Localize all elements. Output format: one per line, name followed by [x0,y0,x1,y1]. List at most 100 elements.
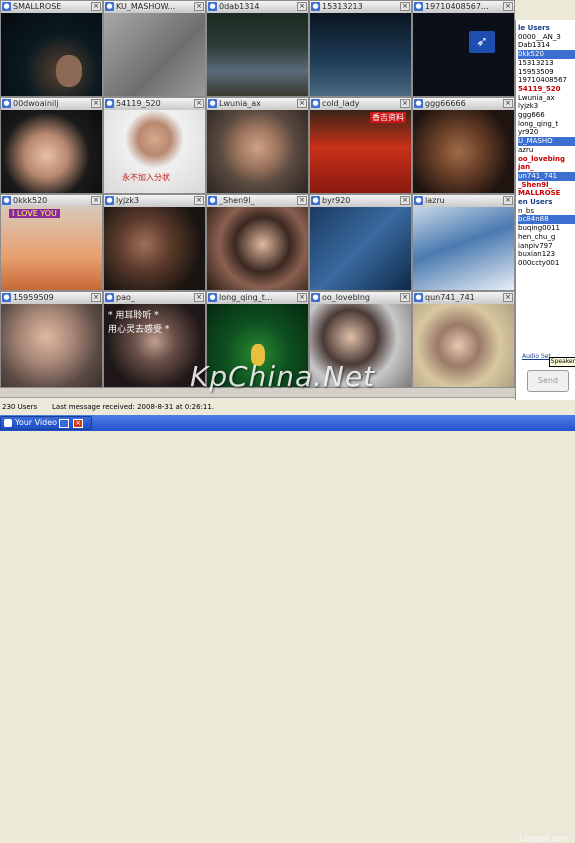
webcam-feed [1,110,102,193]
close-icon[interactable]: × [297,293,307,302]
webcam-feed: 永不加入分状 [104,110,205,193]
list-item[interactable]: ianpiv797 [518,242,575,251]
video-tile[interactable]: ● cold_lady × 香吉资料 [309,97,412,194]
close-icon[interactable]: × [297,196,307,205]
video-tile[interactable]: ● 15313213 × [309,0,412,97]
video-caption: 永不加入分状 [122,173,170,182]
list-item[interactable]: buxian123 [518,250,575,259]
camera-icon: ● [208,196,217,205]
video-tile[interactable]: ● Lwunia_ax × [206,97,309,194]
list-item[interactable]: 0kk520 [518,50,575,59]
tile-username: ggg66666 [425,99,466,108]
tile-username: Lwunia_ax [219,99,261,108]
list-item[interactable]: 15953509 [518,68,575,77]
tile-username: byr920 [322,196,351,205]
video-tile[interactable]: ● 0dab1314 × [206,0,309,97]
close-icon[interactable]: × [297,2,307,11]
close-icon[interactable]: × [400,293,410,302]
video-tile[interactable]: ● KU_MASHOW... × [103,0,206,97]
close-icon[interactable]: × [73,419,83,428]
close-icon[interactable]: × [400,99,410,108]
webcam-feed [413,207,514,290]
audio-settings-link[interactable]: Audio Set [522,353,551,360]
list-item[interactable]: yr920 [518,128,575,137]
webcam-feed [310,207,411,290]
video-tile[interactable]: ● _Shen9l_ × [206,194,309,291]
close-icon[interactable]: × [194,99,204,108]
restore-icon[interactable] [59,419,69,428]
video-tile[interactable]: ● 00dwoainilj × [0,97,103,194]
list-item[interactable]: 0000__AN_3 [518,33,575,42]
list-item[interactable]: n_bs [518,207,575,216]
close-icon[interactable]: × [194,2,204,11]
list-item[interactable]: 54119_520 [518,85,575,94]
list-item[interactable]: 19710408567 [518,76,575,85]
list-item[interactable]: 15313213 [518,59,575,68]
video-tile[interactable]: ● ggg66666 × [412,97,515,194]
list-item[interactable]: lyjzk3 [518,102,575,111]
camera-icon: ● [208,293,217,302]
close-icon[interactable]: × [91,196,101,205]
list-item[interactable]: bc84n88 [518,215,575,225]
webcam-feed [1,304,102,387]
tile-username: qun741_741 [425,293,475,302]
close-icon[interactable]: × [194,196,204,205]
camera-icon: ● [414,2,423,11]
video-tile[interactable]: ● byr920 × [309,194,412,291]
close-icon[interactable]: × [91,99,101,108]
camera-icon: ● [105,293,114,302]
video-tile[interactable]: ● lazru × [412,194,515,291]
your-video-task-button[interactable]: Your Video × [0,416,92,430]
tile-username: 15313213 [322,2,363,11]
close-icon[interactable]: × [503,2,513,11]
watermark: KpChina.Net [190,360,376,393]
video-tile[interactable]: ● SMALLROSE × [0,0,103,97]
tile-username: long_qing_t... [219,293,273,302]
video-tile[interactable]: ● lyjzk3 × [103,194,206,291]
list-item[interactable]: U_MASHO [518,137,575,146]
list-header: le Users [518,24,550,32]
webcam-feed [1,13,102,96]
video-tile[interactable]: ● 19710408567... × ➶ [412,0,515,97]
site-brand: Lunqun.com [519,834,569,843]
list-item[interactable]: 000ccty001 [518,259,575,268]
tile-username: lazru [425,196,445,205]
close-icon[interactable]: × [503,99,513,108]
camera-icon: ● [105,2,114,11]
list-item[interactable]: buqing0011 [518,224,575,233]
close-icon[interactable]: × [194,293,204,302]
camera-icon: ● [2,293,11,302]
webcam-feed: I LOVE YOU [1,207,102,290]
list-item[interactable]: ggg666 [518,111,575,120]
close-icon[interactable]: × [400,196,410,205]
list-item[interactable]: hen_chu_g [518,233,575,242]
tile-username: SMALLROSE [13,2,62,11]
list-item[interactable]: _Shen9l_ [518,181,575,190]
list-item[interactable]: azru [518,146,575,155]
video-tile[interactable]: ● 0kkk520 × I LOVE YOU [0,194,103,291]
list-item[interactable]: MALLROSE [518,189,575,198]
close-icon[interactable]: × [503,293,513,302]
close-icon[interactable]: × [91,2,101,11]
list-item[interactable]: un741_741 [518,171,575,181]
video-tile[interactable]: ● qun741_741 × [412,291,515,388]
close-icon[interactable]: × [503,196,513,205]
logo-icon: ➶ [469,31,495,53]
list-item[interactable]: long_qing_t [518,120,575,129]
close-icon[interactable]: × [400,2,410,11]
user-list: le Users 0000__AN_3 Dab1314 0kk520 15313… [518,24,575,268]
close-icon[interactable]: × [91,293,101,302]
user-list-panel[interactable]: le Users 0000__AN_3 Dab1314 0kk520 15313… [515,20,575,400]
list-item[interactable]: oo_lovebing [518,155,575,164]
tile-username: _Shen9l_ [219,196,255,205]
list-item[interactable]: Lwunia_ax [518,94,575,103]
close-icon[interactable]: × [297,99,307,108]
tile-username: oo_loveblng [322,293,371,302]
list-item[interactable]: Dab1314 [518,41,575,50]
tile-username: 19710408567... [425,2,489,11]
video-tile[interactable]: ● 54119_520 × 永不加入分状 [103,97,206,194]
send-button[interactable]: Send [527,370,569,392]
webcam-feed [413,304,514,387]
video-tile[interactable]: ● 15959509 × [0,291,103,388]
list-item[interactable]: jan_ [518,163,575,172]
